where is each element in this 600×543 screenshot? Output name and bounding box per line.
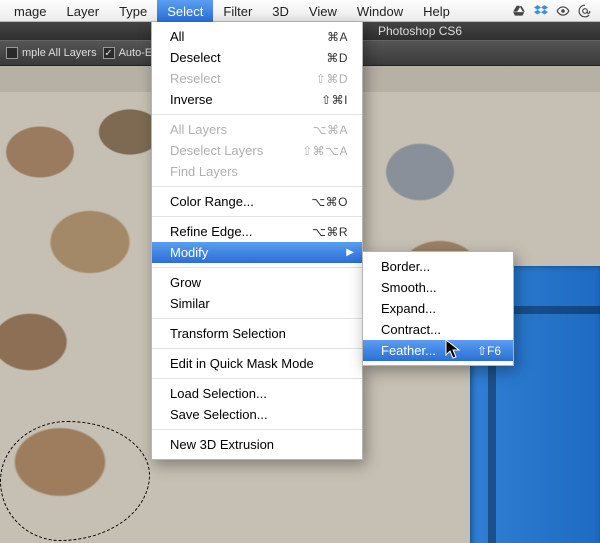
menuitem-label: All xyxy=(170,29,327,44)
menuitem-label: Similar xyxy=(170,296,348,311)
app-title: Photoshop CS6 xyxy=(378,24,462,38)
menuitem-label: Deselect Layers xyxy=(170,143,302,158)
menuitem-similar[interactable]: Similar xyxy=(152,293,362,314)
menu-view[interactable]: View xyxy=(299,0,347,22)
menu-separator xyxy=(152,429,362,430)
menuitem-all[interactable]: All⌘A xyxy=(152,26,362,47)
submenu-item-label: Feather... xyxy=(381,343,477,358)
menu-separator xyxy=(152,216,362,217)
menuitem-label: Reselect xyxy=(170,71,316,86)
drive-icon[interactable] xyxy=(512,4,526,18)
checkbox-box-icon xyxy=(6,47,18,59)
modify-submenu: Border... Smooth... Expand... Contract... Fe… xyxy=(362,251,514,366)
menuitem-inverse[interactable]: Inverse⇧⌘I xyxy=(152,89,362,110)
menu-select[interactable]: Select xyxy=(157,0,213,22)
menuitem-grow[interactable]: Grow xyxy=(152,272,362,293)
menuitem-shortcut: ⌥⌘A xyxy=(313,123,348,137)
menuitem-label: Save Selection... xyxy=(170,407,348,422)
menu-separator xyxy=(152,318,362,319)
submenu-item-label: Contract... xyxy=(381,322,501,337)
menuitem-label: Transform Selection xyxy=(170,326,348,341)
menuitem-deselect[interactable]: Deselect⌘D xyxy=(152,47,362,68)
menuitem-label: Color Range... xyxy=(170,194,311,209)
menu-separator xyxy=(152,186,362,187)
submenu-item-border[interactable]: Border... xyxy=(363,256,513,277)
at-icon[interactable] xyxy=(578,4,592,18)
select-menu-dropdown: All⌘ADeselect⌘DReselect⇧⌘DInverse⇧⌘IAll … xyxy=(151,22,363,460)
menuitem-shortcut: ⇧⌘⌥A xyxy=(302,144,348,158)
menu-type[interactable]: Type xyxy=(109,0,157,22)
menuitem-transform-selection[interactable]: Transform Selection xyxy=(152,323,362,344)
submenu-item-label: Border... xyxy=(381,259,501,274)
submenu-item-label: Smooth... xyxy=(381,280,501,295)
menuitem-save-selection[interactable]: Save Selection... xyxy=(152,404,362,425)
menuitem-label: All Layers xyxy=(170,122,313,137)
submenu-arrow-icon: ▶ xyxy=(346,247,354,258)
menu-window[interactable]: Window xyxy=(347,0,413,22)
submenu-item-contract[interactable]: Contract... xyxy=(363,319,513,340)
menuitem-label: Load Selection... xyxy=(170,386,348,401)
menuitem-label: Edit in Quick Mask Mode xyxy=(170,356,348,371)
menuitem-refine-edge[interactable]: Refine Edge...⌥⌘R xyxy=(152,221,362,242)
menuitem-new-3d-extrusion[interactable]: New 3D Extrusion xyxy=(152,434,362,455)
sample-all-layers-checkbox[interactable]: mple All Layers xyxy=(6,47,97,59)
menuitem-shortcut: ⌘A xyxy=(327,30,348,44)
menuitem-deselect-layers: Deselect Layers⇧⌘⌥A xyxy=(152,140,362,161)
submenu-item-label: Expand... xyxy=(381,301,501,316)
dropbox-icon[interactable] xyxy=(534,4,548,18)
menubar-tray xyxy=(512,4,596,18)
menu-separator xyxy=(152,114,362,115)
menu-3d[interactable]: 3D xyxy=(262,0,299,22)
menuitem-edit-in-quick-mask-mode[interactable]: Edit in Quick Mask Mode xyxy=(152,353,362,374)
checkbox-box-icon: ✓ xyxy=(103,47,115,59)
menuitem-label: Refine Edge... xyxy=(170,224,312,239)
menuitem-all-layers: All Layers⌥⌘A xyxy=(152,119,362,140)
submenu-item-smooth[interactable]: Smooth... xyxy=(363,277,513,298)
menuitem-find-layers: Find Layers xyxy=(152,161,362,182)
menuitem-shortcut: ⌘D xyxy=(326,51,348,65)
sample-all-layers-label: mple All Layers xyxy=(22,47,97,59)
menuitem-shortcut: ⌥⌘R xyxy=(312,225,348,239)
menuitem-reselect: Reselect⇧⌘D xyxy=(152,68,362,89)
submenu-item-expand[interactable]: Expand... xyxy=(363,298,513,319)
menu-separator xyxy=(152,378,362,379)
menu-help[interactable]: Help xyxy=(413,0,460,22)
menuitem-label: Modify xyxy=(170,245,348,260)
menu-filter[interactable]: Filter xyxy=(213,0,262,22)
menu-separator xyxy=(152,267,362,268)
menuitem-modify[interactable]: Modify▶ xyxy=(152,242,362,263)
menuitem-label: Grow xyxy=(170,275,348,290)
menuitem-shortcut: ⌥⌘O xyxy=(311,195,348,209)
menuitem-label: Find Layers xyxy=(170,164,348,179)
submenu-item-shortcut: ⇧F6 xyxy=(477,344,501,358)
menu-separator xyxy=(152,348,362,349)
menu-image[interactable]: mage xyxy=(4,0,57,22)
menuitem-label: Deselect xyxy=(170,50,326,65)
submenu-item-feather[interactable]: Feather...⇧F6 xyxy=(363,340,513,361)
eye-icon[interactable] xyxy=(556,4,570,18)
menuitem-shortcut: ⇧⌘I xyxy=(321,93,348,107)
menuitem-load-selection[interactable]: Load Selection... xyxy=(152,383,362,404)
menu-layer[interactable]: Layer xyxy=(57,0,110,22)
menuitem-shortcut: ⇧⌘D xyxy=(316,72,348,86)
menuitem-color-range[interactable]: Color Range...⌥⌘O xyxy=(152,191,362,212)
menuitem-label: Inverse xyxy=(170,92,321,107)
menuitem-label: New 3D Extrusion xyxy=(170,437,348,452)
mac-menubar: mage Layer Type Select Filter 3D View Wi… xyxy=(0,0,600,22)
